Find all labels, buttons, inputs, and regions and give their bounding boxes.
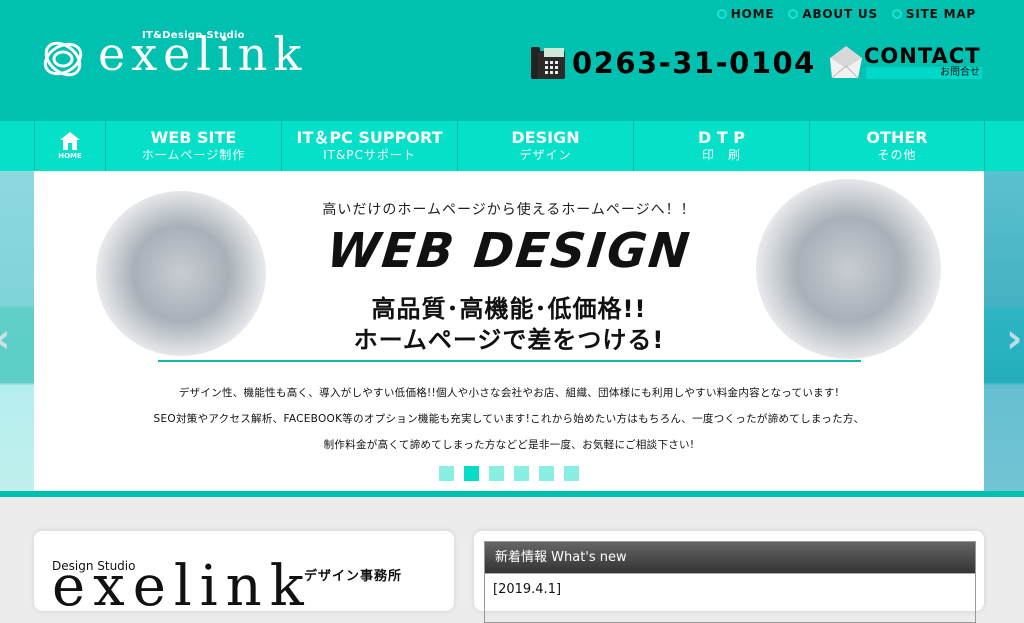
top-link-site-map[interactable]: SITE MAP <box>891 7 976 21</box>
slider-dot[interactable] <box>439 466 454 481</box>
news-title: 新着情報 What's new <box>485 542 975 574</box>
logo-wordmark: exelink <box>98 27 308 81</box>
logo-rings-icon <box>43 41 83 77</box>
slider-dot[interactable] <box>539 466 554 481</box>
hero-title: WEB DESIGN <box>324 223 694 279</box>
hero-slide: 高いだけのホームページから使えるホームページへ！！ WEB DESIGN 高品質… <box>34 171 984 491</box>
slider-pagination <box>439 466 579 481</box>
nav-home[interactable]: HOME <box>35 121 106 171</box>
hero-headline-1: 高品質･高機能･低価格!! <box>371 295 647 323</box>
news-date: [2019.4.1] <box>493 582 562 597</box>
home-icon <box>60 132 80 150</box>
hero-slider: ‹ 高いだけのホームページから使えるホームページへ！！ WEB DESIGN 高… <box>0 171 1024 491</box>
top-nav: HOME ABOUT US SITE MAP <box>716 7 976 21</box>
nav-label-jp: IT&PCサポート <box>323 148 416 162</box>
chevron-left-icon: ‹ <box>0 316 10 362</box>
site-header: IT&Design Studio exelink HOME ABOUT US S… <box>0 0 1024 121</box>
telephone-icon <box>531 47 565 79</box>
top-link-label: HOME <box>730 7 775 21</box>
nav-dtp[interactable]: D T P 印 刷 <box>634 121 810 171</box>
slider-dot[interactable] <box>489 466 504 481</box>
top-link-label: SITE MAP <box>905 7 976 21</box>
hero-tagline: 高いだけのホームページから使えるホームページへ！！ <box>322 202 696 218</box>
site-logo[interactable]: IT&Design Studio exelink <box>40 27 340 82</box>
contact-sub-label: お問合せ <box>866 67 982 79</box>
hero-divider <box>158 360 861 362</box>
nav-home-label: HOME <box>58 152 82 160</box>
hero-headline-2: ホームページで差をつける! <box>353 326 665 354</box>
news-card: 新着情報 What's new [2019.4.1] <box>474 531 984 623</box>
phone-number: 0263-31-0104 <box>572 46 816 80</box>
studio-jp-label: デザイン事務所 <box>304 569 403 584</box>
chevron-right-icon: › <box>1006 316 1023 362</box>
top-link-label: ABOUT US <box>802 7 878 21</box>
nav-label-jp: デザイン <box>519 148 572 162</box>
ring-bullet-icon <box>716 9 727 19</box>
envelope-icon <box>830 46 862 79</box>
nav-label-en: OTHER <box>866 128 928 147</box>
nav-label-en: WEB SITE <box>150 128 237 147</box>
nav-label-en: IT＆PC SUPPORT <box>296 128 443 147</box>
hero-bottom-bar <box>0 491 1024 497</box>
hero-description-line: デザイン性、機能性も高く、導入がしやすい低価格!!個人や小さな会社やお店、組織、… <box>178 387 840 399</box>
studio-label: Design Studio <box>52 559 136 573</box>
nav-label-en: DESIGN <box>511 128 580 147</box>
studio-card: exelink Design Studio デザイン事務所 <box>34 531 454 619</box>
contact-button[interactable]: CONTACT お問合せ <box>826 42 986 82</box>
nav-label-jp: 印 刷 <box>701 148 741 162</box>
slider-next-button[interactable]: › <box>984 171 1024 491</box>
slider-dot[interactable] <box>564 466 579 481</box>
nav-label-en: D T P <box>697 128 746 147</box>
phone-block: 0263-31-0104 <box>530 45 816 81</box>
top-link-about-us[interactable]: ABOUT US <box>788 7 878 21</box>
top-link-home[interactable]: HOME <box>716 7 775 21</box>
ring-bullet-icon <box>788 9 799 19</box>
slider-dot-active[interactable] <box>464 466 479 481</box>
nav-label-jp: ホームページ制作 <box>141 148 246 162</box>
main-nav: HOME WEB SITE ホームページ制作 IT＆PC SUPPORT IT&… <box>0 121 1024 171</box>
slider-prev-button[interactable]: ‹ <box>0 171 34 491</box>
nav-label-jp: その他 <box>877 148 917 162</box>
hero-description-line: 制作料金が高くて諦めてしまった方などど是非一度、お気軽にご相談下さい! <box>323 439 695 451</box>
nav-design[interactable]: DESIGN デザイン <box>458 121 634 171</box>
contact-label: CONTACT <box>864 44 981 68</box>
nav-other[interactable]: OTHER その他 <box>810 121 985 171</box>
slider-dot[interactable] <box>514 466 529 481</box>
hero-description-line: SEO対策やアクセス解析、FACEBOOK等のオプション機能も充実しています!こ… <box>153 413 865 425</box>
news-box: 新着情報 What's new [2019.4.1] <box>484 541 976 623</box>
ring-bullet-icon <box>891 9 902 19</box>
nav-it-pc-support[interactable]: IT＆PC SUPPORT IT&PCサポート <box>282 121 458 171</box>
nav-web-site[interactable]: WEB SITE ホームページ制作 <box>106 121 282 171</box>
